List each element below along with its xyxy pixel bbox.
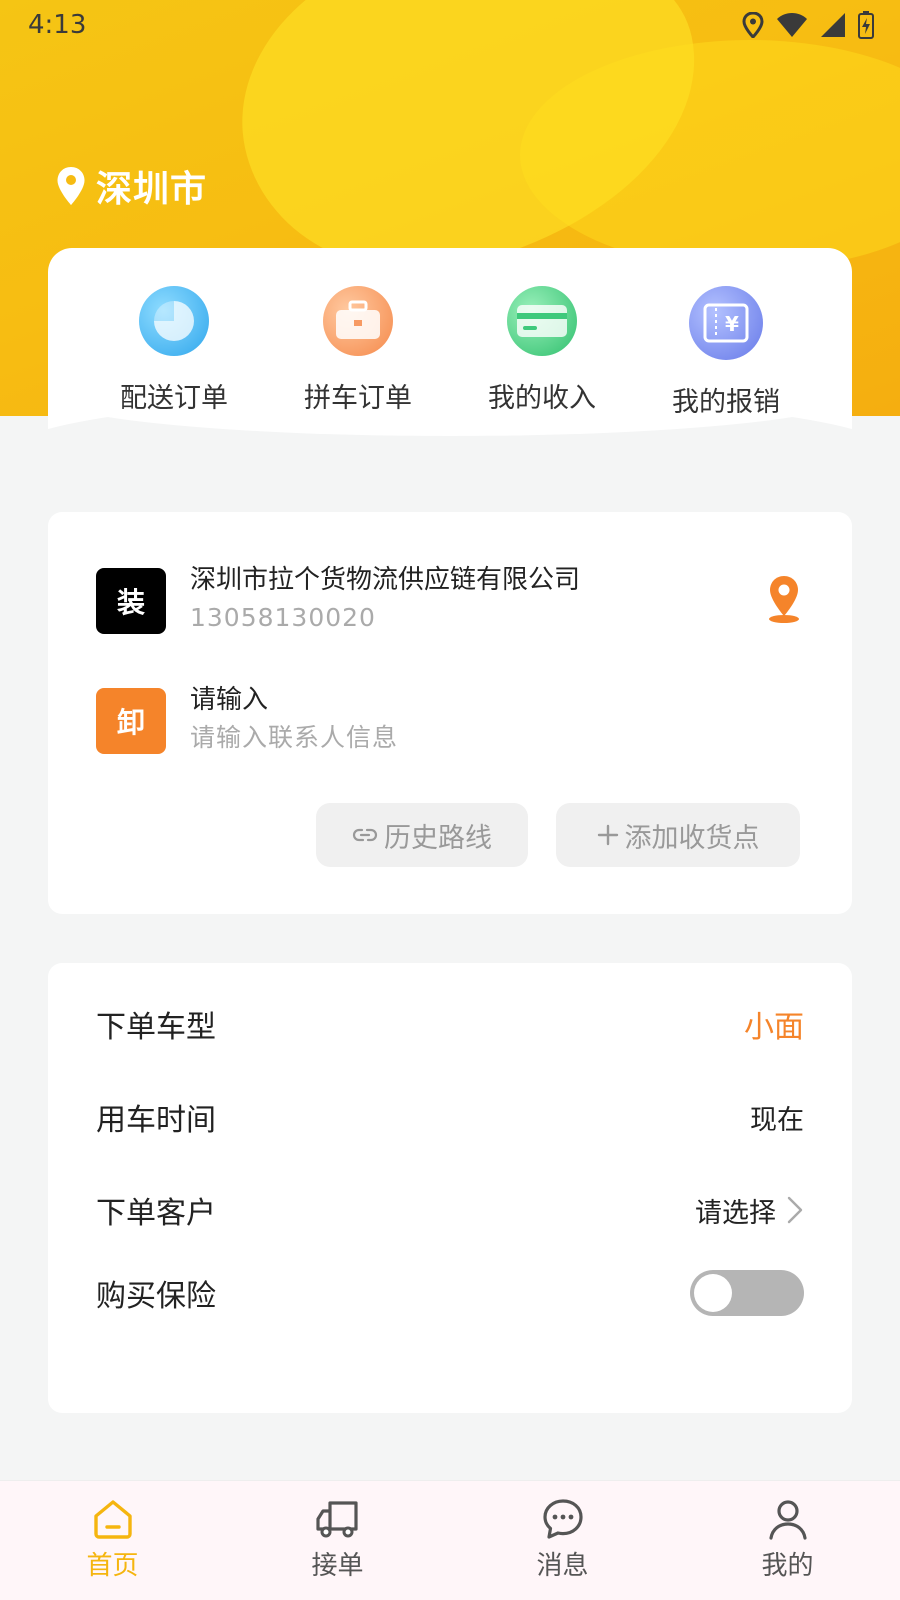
briefcase-icon (323, 286, 393, 356)
card-icon (507, 286, 577, 356)
use-time-row[interactable]: 用车时间 现在 (96, 1092, 804, 1142)
pickup-badge: 装 (96, 568, 166, 634)
quick-action-carpool-orders[interactable]: 拼车订单 (266, 286, 450, 419)
customer-selector: 请选择 (695, 1191, 804, 1230)
quick-action-delivery-orders[interactable]: 配送订单 (82, 286, 266, 419)
plus-icon (597, 824, 618, 846)
home-icon (93, 1500, 132, 1539)
user-icon (768, 1500, 807, 1540)
order-form-card: 下单车型 小面 用车时间 现在 下单客户 请选择 购买保险 (48, 963, 852, 1413)
history-route-button[interactable]: 历史路线 (316, 803, 528, 867)
quick-action-my-reimbursement[interactable]: ¥ 我的报销 (634, 286, 818, 419)
quick-action-label: 拼车订单 (304, 383, 412, 414)
signal-icon (821, 13, 845, 37)
tab-messages[interactable]: 消息 (450, 1481, 675, 1600)
status-bar: 4:13 (0, 0, 900, 50)
customer-row[interactable]: 下单客户 请选择 (96, 1185, 804, 1235)
dropoff-title: 请输入 (190, 685, 269, 715)
use-time-label: 用车时间 (96, 1103, 216, 1138)
tab-label: 我的 (761, 1551, 814, 1581)
quick-actions: 配送订单 拼车订单 我的收入 ¥ 我的报销 (48, 286, 852, 419)
insurance-row: 购买保险 (96, 1268, 804, 1318)
customer-label: 下单客户 (96, 1196, 216, 1231)
vehicle-type-label: 下单车型 (96, 1010, 216, 1045)
vehicle-type-row[interactable]: 下单车型 小面 (96, 999, 804, 1049)
insurance-toggle[interactable] (690, 1270, 804, 1316)
quick-action-label: 配送订单 (120, 383, 228, 414)
dropoff-address[interactable]: 卸 请输入 请输入联系人信息 (96, 685, 399, 756)
tab-label: 消息 (536, 1551, 589, 1581)
dropoff-badge: 卸 (96, 688, 166, 754)
tab-mine[interactable]: 我的 (675, 1481, 900, 1600)
status-time: 4:13 (28, 10, 87, 40)
quick-action-label: 我的收入 (488, 383, 596, 414)
customer-value: 请选择 (695, 1197, 776, 1229)
use-time-value: 现在 (750, 1104, 804, 1136)
battery-icon (858, 11, 874, 39)
vehicle-type-value: 小面 (744, 1010, 804, 1045)
pickup-title: 深圳市拉个货物流供应链有限公司 (190, 565, 581, 595)
status-icons (742, 11, 874, 39)
tab-label: 接单 (311, 1551, 364, 1581)
tab-accept-orders[interactable]: 接单 (225, 1481, 450, 1600)
pickup-address[interactable]: 装 深圳市拉个货物流供应链有限公司 13058130020 (96, 565, 580, 636)
city-selector[interactable]: 深圳市 (56, 160, 207, 212)
wifi-icon (777, 13, 807, 37)
truck-icon (315, 1501, 358, 1538)
svg-text:¥: ¥ (725, 312, 739, 336)
tab-home[interactable]: 首页 (0, 1481, 225, 1600)
tab-label: 首页 (86, 1551, 139, 1581)
pie-chart-icon (139, 286, 209, 356)
chat-icon (542, 1499, 583, 1539)
bottom-tab-bar: 首页 接单 消息 我的 (0, 1480, 900, 1600)
add-delivery-point-button[interactable]: 添加收货点 (556, 803, 800, 867)
chevron-right-icon (787, 1196, 803, 1224)
pickup-phone: 13058130020 (190, 603, 376, 632)
yuan-ticket-icon: ¥ (689, 286, 763, 360)
link-icon (352, 828, 378, 842)
pickup-text: 深圳市拉个货物流供应链有限公司 13058130020 (190, 565, 580, 636)
location-status-icon (742, 12, 764, 38)
map-location-icon[interactable] (766, 574, 802, 624)
location-pin-icon (57, 167, 85, 205)
city-name: 深圳市 (96, 169, 208, 210)
quick-action-label: 我的报销 (672, 387, 780, 418)
insurance-label: 购买保险 (96, 1279, 216, 1314)
dropoff-text: 请输入 请输入联系人信息 (190, 685, 399, 756)
history-route-label: 历史路线 (384, 822, 492, 854)
add-delivery-point-label: 添加收货点 (624, 822, 760, 854)
dropoff-subtitle: 请输入联系人信息 (190, 723, 399, 752)
toggle-knob (694, 1274, 732, 1312)
quick-action-my-income[interactable]: 我的收入 (450, 286, 634, 419)
route-card: 装 深圳市拉个货物流供应链有限公司 13058130020 卸 请输入 请输入联… (48, 512, 852, 914)
